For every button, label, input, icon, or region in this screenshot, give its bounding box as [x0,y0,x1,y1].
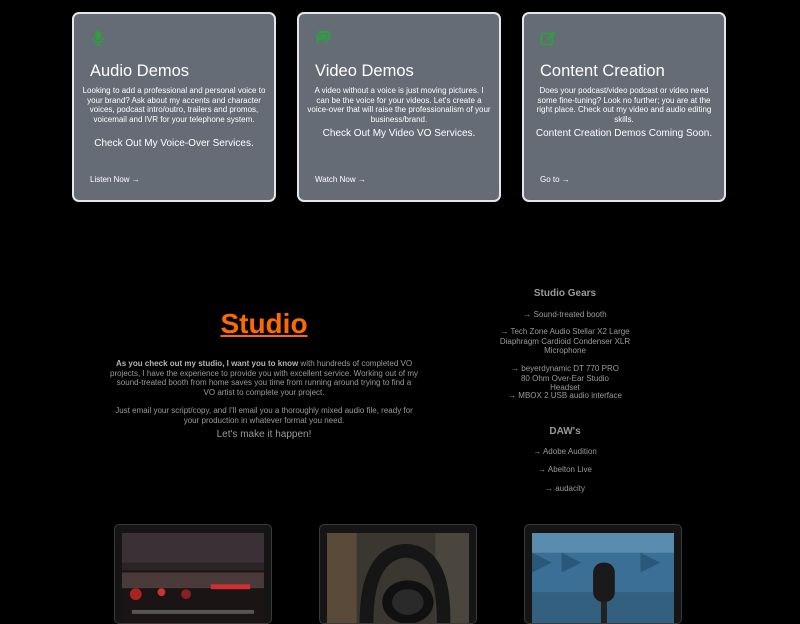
card-title: Video Demos [315,62,414,80]
video-demos-card: Video Demos A video without a voice is j… [297,12,501,202]
audio-demos-card: Audio Demos Looking to add a professiona… [72,12,276,202]
studio-photo-microphone [524,524,682,624]
daw-item: → audacity [544,484,586,493]
studio-cta: Let's make it happen! [216,429,312,440]
microphone-icon [92,31,104,46]
go-to-link[interactable]: Go to → [540,175,570,184]
gear-item: → Sound-treated booth [523,310,607,319]
card-title: Content Creation [540,62,665,80]
card-description: A video without a voice is just moving p… [307,86,491,124]
watch-now-link[interactable]: Watch Now → [315,175,366,184]
card-cta: Check Out My Voice-Over Services. [94,138,254,149]
headphones-image [327,533,469,623]
edit-icon [540,31,556,46]
card-cta: Content Creation Demos Coming Soon. [535,128,713,139]
images-icon [315,31,330,45]
daw-item: → Adobe Audition [533,447,597,456]
studio-photo-interface [114,524,272,624]
studio-heading[interactable]: Studio [0,308,528,340]
daws-heading: DAW's [549,426,581,437]
card-cta: Check Out My Video VO Services. [322,128,476,139]
audio-interface-image [122,533,264,623]
microphone-booth-image [532,533,674,623]
studio-photo-headphones [319,524,477,624]
gear-item: → Tech Zone Audio Stellar X2 Large Diaph… [499,327,631,355]
studio-lead: As you check out my studio, I want you t… [115,359,299,368]
card-description: Does your podcast/video podcast or video… [536,86,712,124]
studio-description: As you check out my studio, I want you t… [110,359,418,425]
studio-gears-heading: Studio Gears [533,288,597,299]
card-title: Audio Demos [90,62,190,80]
content-creation-card: Content Creation Does your podcast/video… [522,12,726,202]
studio-body-2: Just email your script/copy, and I'll em… [115,406,413,425]
card-description: Looking to add a professional and person… [82,86,266,124]
gear-item: → beyerdynamic DT 770 PRO 80 Ohm Over-Ea… [511,364,619,392]
gear-item: → MBOX 2 USB audio interface [508,391,622,400]
listen-now-link[interactable]: Listen Now → [90,175,140,184]
daw-item: → Abelton Live [538,465,592,474]
